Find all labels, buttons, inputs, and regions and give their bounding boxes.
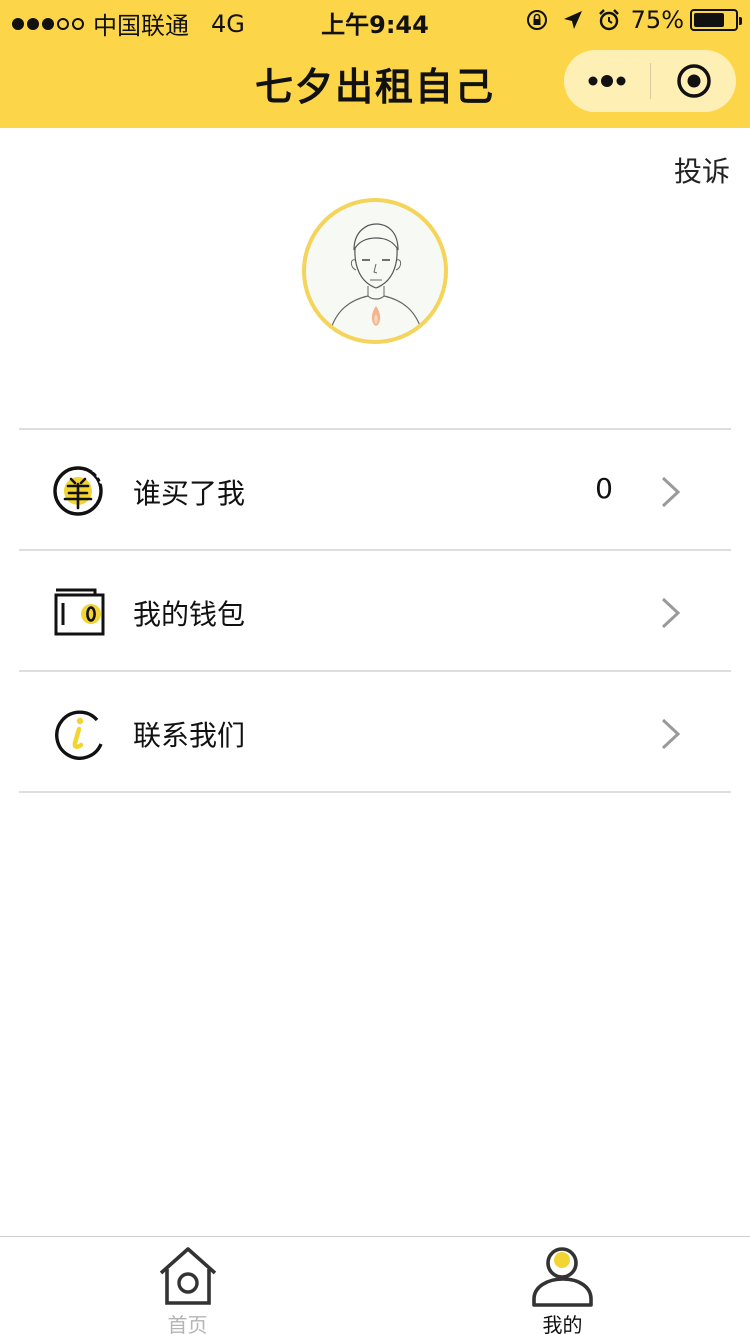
tab-mine-label: 我的 [542, 1313, 583, 1334]
header: 中国联通 4G 上午9:44 75% 七夕出租自己 [0, 0, 750, 128]
more-dots-icon [588, 75, 626, 87]
complaint-link[interactable]: 投诉 [674, 150, 730, 190]
menu-item-label: 我的钱包 [133, 598, 246, 631]
battery-percent: 75% [630, 6, 684, 34]
menu-item-my-wallet[interactable]: 我的钱包 [19, 551, 731, 672]
avatar-illustration [329, 223, 423, 333]
chevron-right-icon [661, 476, 681, 508]
location-arrow-icon [563, 11, 582, 29]
chevron-right-icon [661, 597, 681, 629]
menu-item-label: 谁买了我 [133, 477, 246, 510]
info-icon [55, 710, 103, 760]
tab-home-label: 首页 [167, 1313, 208, 1334]
chevron-right-icon [661, 718, 681, 750]
tab-bar: 首页 我的 [0, 1236, 750, 1334]
home-icon [159, 1247, 217, 1305]
close-target-icon [676, 64, 711, 98]
status-bar: 中国联通 4G 上午9:44 75% [0, 0, 750, 40]
alarm-icon [598, 9, 619, 31]
menu-item-label: 联系我们 [133, 719, 246, 752]
menu-item-who-bought-me[interactable]: 谁买了我 0 [19, 430, 731, 551]
menu-item-contact-us[interactable]: 联系我们 [19, 672, 731, 793]
avatar [302, 198, 448, 344]
battery-icon [690, 9, 742, 31]
tab-home[interactable]: 首页 [0, 1237, 375, 1334]
mini-program-capsule [564, 50, 736, 112]
status-right: 75% [513, 6, 742, 34]
wallet-icon [54, 588, 105, 636]
close-button[interactable] [651, 50, 736, 112]
more-button[interactable] [564, 50, 650, 112]
yuan-coin-icon [53, 466, 104, 516]
menu-list: 谁买了我 0 我的钱包 联系我们 [19, 428, 731, 793]
rotation-lock-icon [526, 10, 547, 30]
battery-fill [694, 13, 724, 27]
tab-mine[interactable]: 我的 [375, 1237, 750, 1334]
profile-icon [532, 1247, 593, 1307]
page: 中国联通 4G 上午9:44 75% 七夕出租自己 投诉 谁买了我 0 我的钱包… [0, 0, 750, 1334]
menu-item-count: 0 [595, 472, 613, 505]
